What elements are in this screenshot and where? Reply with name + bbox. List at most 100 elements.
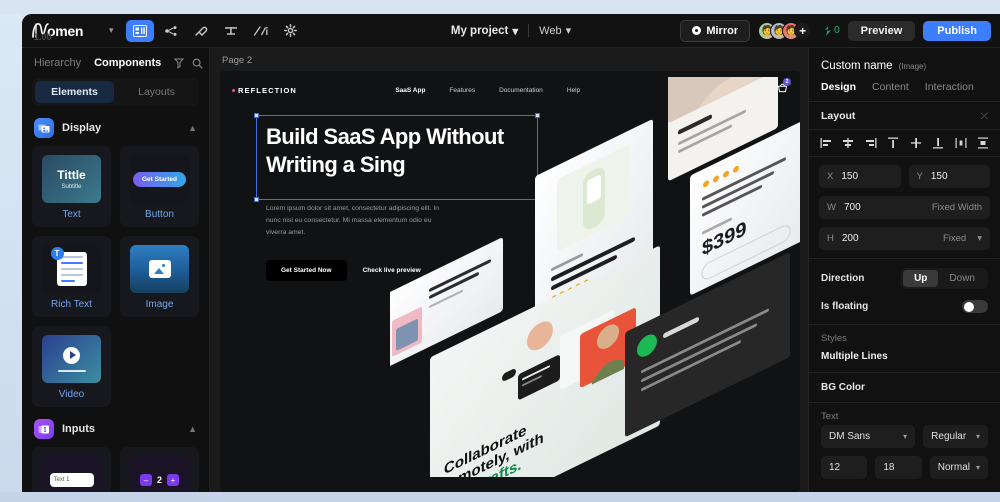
database-icon[interactable] (218, 20, 244, 42)
tab-design[interactable]: Design (821, 81, 856, 93)
width-row: W 700 Fixed Width (819, 196, 990, 219)
components-list[interactable]: Display ▲ Tittle Subtitle Text Get Start… (22, 106, 209, 492)
settings-gear-icon[interactable] (278, 20, 304, 42)
canvas-area[interactable]: Page 2 REFLECTION SaaS App Features Docu… (210, 48, 808, 492)
geometry-fields: X 150 Y 150 W 700 Fixed Width H 200 Fixe… (809, 157, 1000, 258)
x-position-field[interactable]: X 150 (819, 165, 901, 188)
section-header-display[interactable]: Display ▲ (32, 106, 199, 146)
publish-button[interactable]: Publish (923, 20, 991, 41)
resize-handle-bottom-left[interactable] (254, 197, 259, 202)
height-field[interactable]: H 200 Fixed ▾ (819, 227, 990, 250)
text-preview: Tittle Subtitle (42, 155, 101, 203)
component-card-rich-text[interactable]: T Rich Text (32, 236, 111, 317)
y-position-field[interactable]: Y 150 (908, 165, 990, 188)
tab-interaction[interactable]: Interaction (925, 81, 974, 93)
component-card-text-input[interactable]: Text 1 (32, 447, 111, 492)
isometric-mockup-collage: $399 Collaborate remotely, with (385, 71, 800, 492)
font-family-dropdown[interactable]: DM Sans ▾ (821, 425, 916, 448)
align-bottom-icon[interactable] (932, 137, 944, 149)
panel-tab-icons (174, 58, 203, 69)
chevron-up-icon[interactable]: ▲ (188, 424, 197, 434)
stepper-minus-icon: – (139, 474, 152, 486)
site-brand: REFLECTION (232, 86, 297, 95)
align-left-icon[interactable] (820, 137, 832, 149)
main-body: Hierarchy Components Elements Layouts Di… (22, 48, 1000, 492)
align-top-icon[interactable] (887, 137, 899, 149)
chevron-down-icon[interactable]: ▾ (109, 25, 114, 36)
h-mode-dropdown[interactable]: Fixed (943, 233, 966, 244)
font-size-field[interactable]: 12 (821, 456, 868, 479)
collapse-icon[interactable]: ⤫ (981, 111, 988, 122)
segment-elements[interactable]: Elements (35, 81, 114, 103)
w-value: 700 (843, 202, 861, 213)
momen-logo-mark: omen 1.00 (30, 21, 102, 42)
font-weight-value: Regular (931, 431, 967, 442)
element-type-label: (Image) (898, 62, 927, 71)
component-card-button[interactable]: Get Started Button (120, 146, 199, 227)
is-floating-row: Is floating (809, 298, 1000, 324)
font-weight-dropdown[interactable]: Regular ▾ (923, 425, 988, 448)
custom-name-label: Custom name (821, 60, 893, 72)
platform-dropdown[interactable]: Web ▾ (539, 24, 571, 38)
resize-handle-top-left[interactable] (254, 113, 259, 118)
direction-up-option[interactable]: Up (903, 270, 939, 287)
bg-color-row[interactable]: BG Color (809, 373, 1000, 402)
align-center-horizontal-icon[interactable] (842, 137, 854, 149)
tab-components[interactable]: Components (94, 57, 161, 69)
text-input-preview-value: Text 1 (49, 473, 94, 487)
h-value: 200 (841, 233, 859, 244)
component-card-text[interactable]: Tittle Subtitle Text (32, 146, 111, 227)
video-progress-bar (57, 369, 86, 372)
inputs-cards: Text 1 – 2 + (32, 447, 199, 492)
chevron-up-icon[interactable]: ▲ (188, 123, 197, 133)
section-header-inputs[interactable]: Inputs ▲ (32, 407, 199, 447)
text-style-dropdown[interactable]: Normal ▾ (929, 456, 988, 479)
align-middle-icon[interactable] (910, 137, 922, 149)
plugin-icon[interactable] (188, 20, 214, 42)
line-height-field[interactable]: 18 (875, 456, 922, 479)
align-right-icon[interactable] (865, 137, 877, 149)
rich-text-preview: T (42, 245, 101, 293)
preview-button[interactable]: Preview (847, 20, 916, 41)
segment-layouts[interactable]: Layouts (117, 81, 196, 103)
ai-icon[interactable] (248, 20, 274, 42)
platform-label: Web (539, 24, 562, 37)
distribute-horizontal-icon[interactable] (955, 137, 967, 149)
collage-svg: $399 Collaborate remotely, with (385, 71, 800, 492)
layout-section-header[interactable]: Layout ⤫ (809, 102, 1000, 130)
text-style-value: Normal (937, 462, 970, 473)
card-label: Video (58, 389, 85, 400)
chevron-down-icon[interactable]: ▾ (977, 233, 982, 244)
is-floating-toggle[interactable] (962, 300, 988, 313)
element-layout-toggle: Elements Layouts (32, 78, 199, 106)
app-root: omen 1.00 ▾ My project ▾ Web ▾ Mirror 🧑 … (0, 0, 1000, 502)
get-started-button[interactable]: Get Started Now (266, 259, 347, 281)
component-card-stepper[interactable]: – 2 + (120, 447, 199, 492)
distribute-vertical-icon[interactable] (977, 137, 989, 149)
x-label: X (827, 171, 834, 182)
page-preview-stage[interactable]: REFLECTION SaaS App Features Documentati… (220, 71, 800, 492)
credit-counter[interactable]: 0 (823, 25, 840, 37)
project-name-label: My project (450, 24, 509, 37)
mirror-button[interactable]: Mirror (680, 19, 751, 42)
add-collaborator-button[interactable]: + (794, 22, 812, 39)
toolbar-icon-group (125, 19, 304, 42)
tab-hierarchy[interactable]: Hierarchy (34, 57, 81, 69)
brand-dot-icon (232, 88, 235, 92)
w-mode-label[interactable]: Fixed Width (932, 202, 982, 213)
multiple-lines-row[interactable]: Multiple Lines (809, 347, 1000, 372)
divider (528, 24, 530, 37)
direction-down-option[interactable]: Down (938, 270, 986, 287)
video-preview (42, 335, 101, 383)
flow-icon[interactable] (158, 20, 184, 42)
component-card-image[interactable]: Image (120, 236, 199, 317)
stepper-value: 2 (156, 475, 162, 485)
element-name-header[interactable]: Custom name (Image) (809, 48, 1000, 81)
width-field[interactable]: W 700 Fixed Width (819, 196, 990, 219)
y-value: 150 (930, 171, 948, 182)
component-card-video[interactable]: Video (32, 326, 111, 407)
tab-content[interactable]: Content (872, 81, 909, 93)
layout-icon[interactable] (125, 19, 154, 42)
project-name-dropdown[interactable]: My project ▾ (451, 24, 518, 38)
app-logo[interactable]: omen 1.00 ▾ (22, 21, 114, 42)
